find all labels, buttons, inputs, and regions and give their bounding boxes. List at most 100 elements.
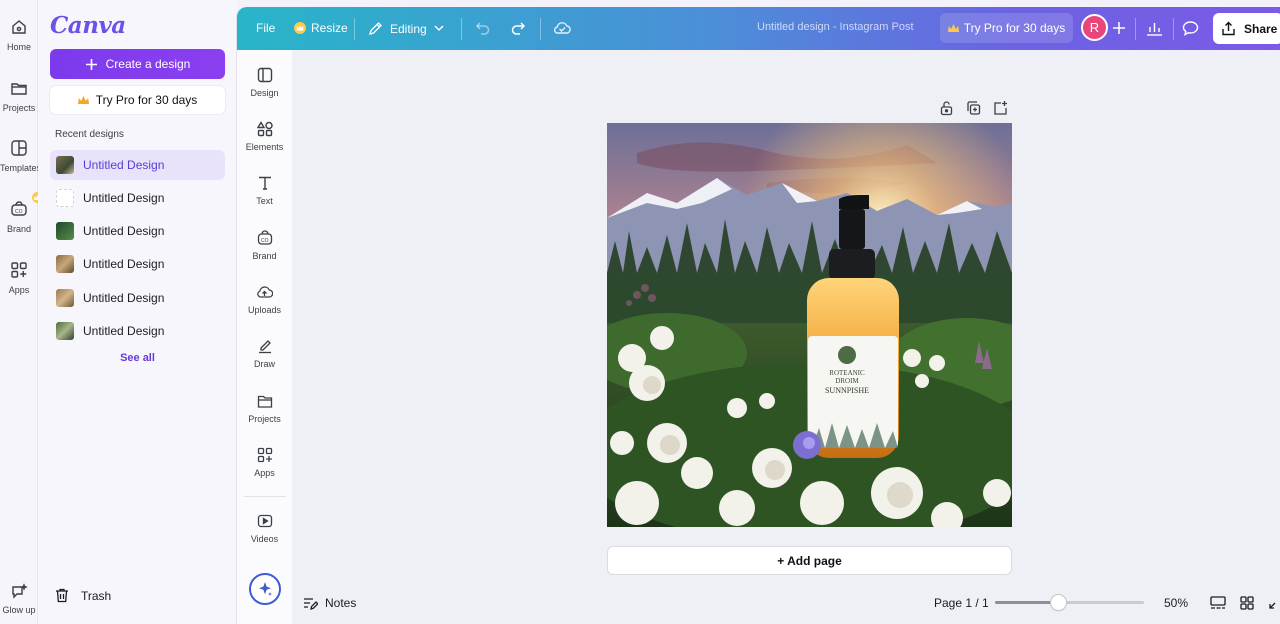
canva-logo[interactable]: Canva xyxy=(50,12,126,39)
rail-item-templates[interactable]: Templates xyxy=(0,139,42,173)
brand-icon: CO xyxy=(11,201,27,216)
rail-label-projects: Projects xyxy=(2,103,36,113)
recent-design-title: Untitled Design xyxy=(83,191,165,205)
recent-design-title: Untitled Design xyxy=(83,158,165,172)
crown-icon xyxy=(77,95,89,104)
design-thumbnail xyxy=(56,156,74,174)
recent-design-item[interactable]: Untitled Design xyxy=(50,316,225,346)
rail-item-home[interactable]: Home xyxy=(0,18,38,52)
recent-designs-heading: Recent designs xyxy=(55,129,124,140)
chevron-down-icon xyxy=(434,25,444,32)
recent-design-title: Untitled Design xyxy=(83,291,165,305)
tool-label-videos: Videos xyxy=(250,534,279,544)
tool-elements[interactable]: Elements xyxy=(242,121,287,152)
rail-item-projects[interactable]: Projects xyxy=(0,79,38,113)
sparkle-icon xyxy=(259,582,272,596)
tool-label-design: Design xyxy=(250,88,279,98)
editing-mode-dropdown[interactable]: Editing xyxy=(368,21,444,36)
rail-label-brand: Brand xyxy=(6,224,32,234)
text-icon xyxy=(258,176,271,190)
recent-design-title: Untitled Design xyxy=(83,257,165,271)
tools-divider xyxy=(244,496,286,497)
try-pro-button[interactable]: Try Pro for 30 days xyxy=(50,86,225,114)
apps-icon xyxy=(11,262,27,278)
recent-design-item[interactable]: Untitled Design xyxy=(50,183,225,213)
design-canvas[interactable]: ROTEANIC DROIM SUNNPISHE xyxy=(607,123,1012,527)
tool-projects[interactable]: Projects xyxy=(242,393,287,424)
recent-design-title: Untitled Design xyxy=(83,324,165,338)
rail-item-glow-up[interactable]: Glow up xyxy=(0,583,38,615)
tool-draw[interactable]: Draw xyxy=(242,338,287,369)
tool-label-projects: Projects xyxy=(248,414,281,424)
recent-design-item[interactable]: Untitled Design xyxy=(50,150,225,180)
cloud-upload-icon xyxy=(257,286,273,298)
recent-design-item[interactable]: Untitled Design xyxy=(50,283,225,313)
recent-design-item[interactable]: Untitled Design xyxy=(50,216,225,246)
tool-uploads[interactable]: Uploads xyxy=(242,284,287,315)
tool-label-uploads: Uploads xyxy=(247,305,282,315)
add-page-icon[interactable] xyxy=(993,100,1008,116)
add-collaborator-icon[interactable] xyxy=(1112,21,1126,35)
rail-item-apps[interactable]: Apps xyxy=(0,261,38,295)
tool-text[interactable]: Text xyxy=(242,175,287,206)
redo-icon[interactable] xyxy=(510,20,526,36)
tool-design[interactable]: Design xyxy=(242,67,287,98)
resize-label: Resize xyxy=(311,21,348,35)
bottle-label-line1: ROTEANIC xyxy=(829,369,865,377)
design-thumbnail xyxy=(56,222,74,240)
recent-design-item[interactable]: Untitled Design xyxy=(50,249,225,279)
bottom-bar xyxy=(292,590,1280,624)
insights-chart-icon[interactable] xyxy=(1146,20,1163,36)
zoom-slider-fill xyxy=(995,601,1058,604)
create-design-button[interactable]: Create a design xyxy=(50,49,225,79)
rail-label-templates: Templates xyxy=(0,163,42,173)
tool-label-elements: Elements xyxy=(245,142,284,152)
design-thumbnail xyxy=(56,289,74,307)
tool-label-draw: Draw xyxy=(253,359,275,369)
lock-icon[interactable] xyxy=(939,100,954,116)
grid-view-icon[interactable] xyxy=(1240,596,1254,610)
zoom-level[interactable]: 50% xyxy=(1164,596,1188,610)
tool-brand[interactable]: CO Brand xyxy=(242,230,287,261)
try-pro-label: Try Pro for 30 days xyxy=(95,93,198,107)
design-layout-icon xyxy=(257,67,272,83)
trash-label: Trash xyxy=(81,588,112,603)
plus-icon xyxy=(85,58,97,70)
toolbar-divider xyxy=(354,18,355,40)
template-icon xyxy=(11,140,27,156)
product-photo-artwork: ROTEANIC DROIM SUNNPISHE xyxy=(607,123,1012,527)
share-button[interactable]: Share xyxy=(1213,13,1280,44)
tool-apps[interactable]: Apps xyxy=(242,447,287,478)
zoom-slider-handle[interactable] xyxy=(1050,595,1066,610)
rail-item-brand[interactable]: CO Brand xyxy=(0,192,43,234)
draw-icon xyxy=(258,340,271,354)
file-menu[interactable]: File xyxy=(256,21,275,35)
fullscreen-icon[interactable] xyxy=(1268,596,1280,610)
notes-button[interactable]: Notes xyxy=(303,596,356,610)
trash-item[interactable]: Trash xyxy=(55,588,111,603)
folder-icon xyxy=(257,395,272,408)
user-avatar[interactable]: R xyxy=(1081,14,1108,41)
cloud-saved-icon[interactable] xyxy=(553,20,571,36)
magic-assistant-button[interactable] xyxy=(249,573,281,605)
page-indicator[interactable]: Page 1 / 1 xyxy=(934,596,989,610)
document-title[interactable]: Untitled design - Instagram Post xyxy=(757,21,914,33)
comment-icon[interactable] xyxy=(1182,20,1199,36)
resize-button[interactable]: Resize xyxy=(294,21,348,35)
design-thumbnail xyxy=(56,255,74,273)
avatar-initial: R xyxy=(1089,20,1100,35)
pencil-icon xyxy=(369,22,382,35)
duplicate-page-icon[interactable] xyxy=(966,100,981,116)
video-icon xyxy=(257,514,272,528)
see-all-link[interactable]: See all xyxy=(50,352,225,364)
home-icon xyxy=(12,20,26,34)
topbar-try-pro-button[interactable]: Try Pro for 30 days xyxy=(940,13,1073,43)
glow-up-icon xyxy=(12,583,28,599)
undo-icon[interactable] xyxy=(475,20,491,36)
tool-label-apps: Apps xyxy=(254,468,275,478)
recent-design-title: Untitled Design xyxy=(83,224,165,238)
tool-videos[interactable]: Videos xyxy=(242,513,287,544)
rail-label-home: Home xyxy=(6,42,31,52)
add-page-button[interactable]: + Add page xyxy=(607,546,1012,575)
page-view-icon[interactable] xyxy=(1210,596,1226,610)
